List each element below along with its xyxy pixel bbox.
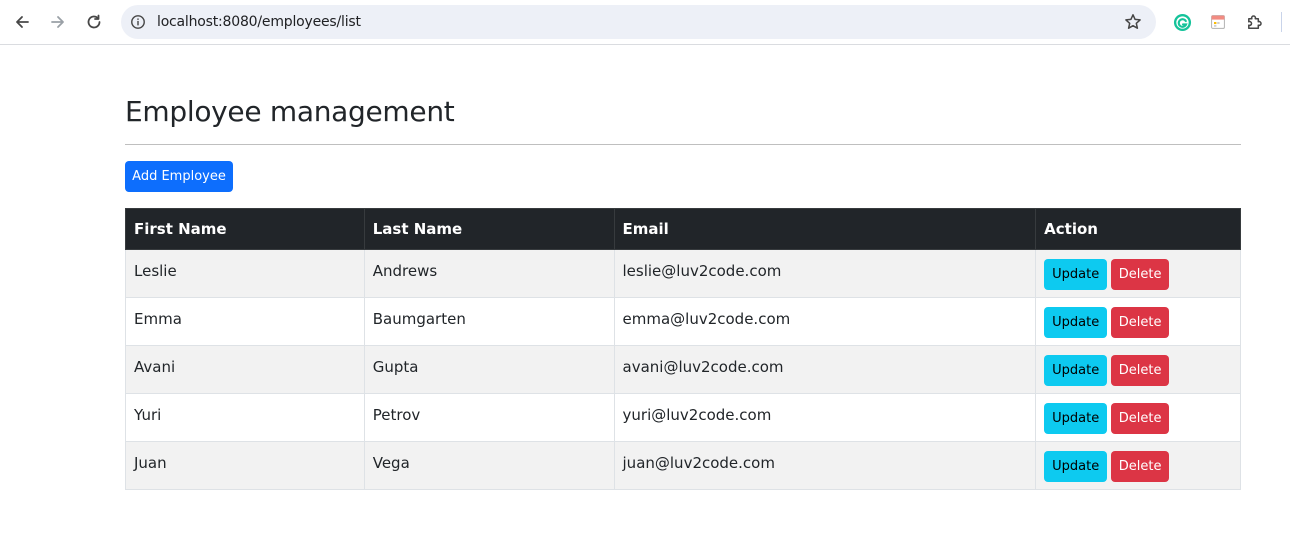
reload-button[interactable] <box>81 9 107 35</box>
last-name-text: Andrews <box>372 261 438 280</box>
cell-action: Update Delete <box>1035 345 1241 394</box>
puzzle-icon[interactable] <box>1244 12 1264 32</box>
email-text: juan@luv2code.com <box>622 453 775 472</box>
cell-email: emma@luv2code.com <box>613 297 1037 346</box>
browser-toolbar: localhost:8080/employees/list <box>0 0 1290 45</box>
add-employee-button[interactable]: Add Employee <box>125 161 233 192</box>
cell-last-name: Petrov <box>363 393 615 442</box>
cell-first-name: Avani <box>125 345 365 394</box>
last-name-text: Gupta <box>372 357 419 376</box>
grammarly-icon[interactable] <box>1172 12 1192 32</box>
employee-table: First Name Last Name Email Action Leslie… <box>125 208 1241 490</box>
cell-last-name: Andrews <box>363 249 615 298</box>
reload-icon <box>87 14 101 29</box>
update-button[interactable]: Update <box>1044 451 1108 482</box>
cell-action: Update Delete <box>1035 393 1241 442</box>
arrow-left-icon <box>16 16 29 28</box>
delete-button[interactable]: Delete <box>1111 355 1170 386</box>
email-text: emma@luv2code.com <box>622 309 791 328</box>
delete-button[interactable]: Delete <box>1111 307 1170 338</box>
cell-first-name: Yuri <box>125 393 365 442</box>
header-action: Action <box>1035 208 1241 250</box>
first-name-text: Yuri <box>134 405 162 424</box>
cell-action: Update Delete <box>1035 297 1241 346</box>
first-name-text: Leslie <box>134 261 177 280</box>
cell-email: avani@luv2code.com <box>613 345 1037 394</box>
header-email: Email <box>613 208 1037 250</box>
cell-first-name: Juan <box>125 441 365 490</box>
table-row: Avani Gupta avani@luv2code.com Update Del… <box>125 345 1241 394</box>
header-first-name: First Name <box>125 208 365 250</box>
cell-email: yuri@luv2code.com <box>613 393 1037 442</box>
calendar-icon[interactable] <box>1208 12 1228 32</box>
title-divider <box>125 144 1241 145</box>
address-bar[interactable]: localhost:8080/employees/list <box>121 5 1156 39</box>
header-last-name: Last Name <box>363 208 615 250</box>
update-button[interactable]: Update <box>1044 307 1108 338</box>
cell-action: Update Delete <box>1035 249 1241 298</box>
cell-action: Update Delete <box>1035 441 1241 490</box>
cell-last-name: Baumgarten <box>363 297 615 346</box>
toolbar-divider <box>1281 12 1282 32</box>
cell-first-name: Emma <box>125 297 365 346</box>
url-text[interactable]: localhost:8080/employees/list <box>157 14 361 30</box>
table-row: Juan Vega juan@luv2code.com Update Delete <box>125 441 1241 490</box>
email-text: avani@luv2code.com <box>622 357 784 376</box>
back-button[interactable] <box>9 9 35 35</box>
cell-email: leslie@luv2code.com <box>613 249 1037 298</box>
email-text: yuri@luv2code.com <box>622 405 772 424</box>
last-name-text: Baumgarten <box>372 309 466 328</box>
info-icon[interactable] <box>129 13 147 31</box>
table-row: Emma Baumgarten emma@luv2code.com Update… <box>125 297 1241 346</box>
last-name-text: Petrov <box>372 405 421 424</box>
table-row: Leslie Andrews leslie@luv2code.com Updat… <box>125 249 1241 298</box>
forward-button[interactable] <box>45 9 71 35</box>
cell-first-name: Leslie <box>125 249 365 298</box>
email-text: leslie@luv2code.com <box>622 261 782 280</box>
delete-button[interactable]: Delete <box>1111 403 1170 434</box>
update-button[interactable]: Update <box>1044 403 1108 434</box>
table-header-row: First Name Last Name Email Action <box>125 208 1241 250</box>
cell-last-name: Gupta <box>363 345 615 394</box>
cell-email: juan@luv2code.com <box>613 441 1037 490</box>
update-button[interactable]: Update <box>1044 259 1108 290</box>
star-icon[interactable] <box>1124 13 1142 31</box>
update-button[interactable]: Update <box>1044 355 1108 386</box>
page-title: Employee management <box>125 95 455 128</box>
first-name-text: Avani <box>134 357 176 376</box>
table-row: Yuri Petrov yuri@luv2code.com Update Dele… <box>125 393 1241 442</box>
arrow-right-icon <box>51 16 64 28</box>
first-name-text: Emma <box>134 309 182 328</box>
delete-button[interactable]: Delete <box>1111 451 1170 482</box>
first-name-text: Juan <box>134 453 167 472</box>
cell-last-name: Vega <box>363 441 615 490</box>
last-name-text: Vega <box>372 453 410 472</box>
delete-button[interactable]: Delete <box>1111 259 1170 290</box>
